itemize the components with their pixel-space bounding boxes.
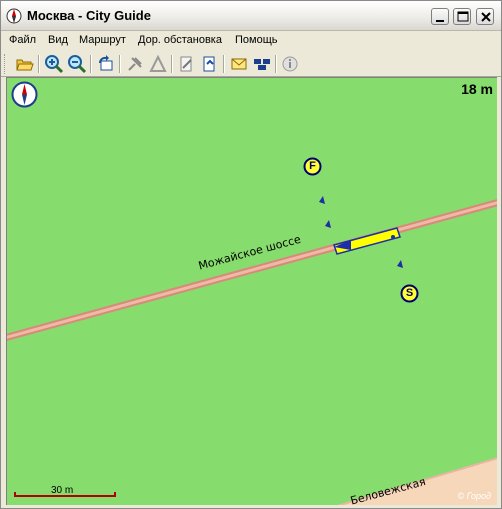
finish-marker-label: F [309,160,316,172]
edit-route-icon[interactable] [177,54,197,74]
scale-bar-label: 30 m [51,485,74,496]
toolbar-separator [90,55,92,73]
app-compass-icon [6,8,22,24]
start-marker[interactable]: S [400,284,419,303]
toolbar-separator [275,55,277,73]
toolbar-separator [223,55,225,73]
route-arrow [397,260,403,268]
finish-marker[interactable]: F [303,157,322,176]
zoom-in-icon[interactable] [44,54,64,74]
start-marker-label: S [405,287,414,299]
menu-traffic[interactable]: Дор. обстановка [138,34,222,46]
app-window: Москва - City Guide Файл Вид Маршрут Дор… [0,0,502,509]
menu-file[interactable]: Файл [9,34,36,46]
copyright-label: © Город [457,491,491,501]
zoom-out-icon[interactable] [67,54,87,74]
toolbar [1,51,501,77]
open-folder-icon[interactable] [15,54,35,74]
maximize-button[interactable] [453,8,471,25]
info-icon[interactable] [281,54,301,74]
menu-route[interactable]: Маршрут [79,34,126,46]
route-point [391,235,395,239]
toolbar-separator [119,55,121,73]
navigate-icon[interactable] [148,54,168,74]
route-segment [333,227,401,255]
rotate-icon[interactable] [96,54,116,74]
route-refresh-icon[interactable] [200,54,220,74]
satellite-icon[interactable] [125,54,145,74]
window-title: Москва - City Guide [27,8,151,23]
menu-bar: Файл Вид Маршрут Дор. обстановка Помощь [1,31,501,50]
compass-icon[interactable] [11,81,38,108]
route-arrow [319,196,325,204]
close-button[interactable] [476,8,494,25]
map-canvas[interactable] [7,78,497,505]
message-icon[interactable] [229,54,249,74]
toolbar-grip[interactable] [4,54,7,74]
minimize-button[interactable] [431,8,449,25]
traffic-icon[interactable] [252,54,272,74]
toolbar-separator [38,55,40,73]
route-arrow [325,220,331,228]
zoom-level-label: 18 m [461,81,493,97]
title-bar[interactable]: Москва - City Guide [1,1,501,31]
menu-view[interactable]: Вид [48,34,68,46]
map-view[interactable]: 18 m F S Можайское шоссе Беловежская 30 … [6,77,497,505]
menu-help[interactable]: Помощь [235,34,278,46]
toolbar-separator [171,55,173,73]
